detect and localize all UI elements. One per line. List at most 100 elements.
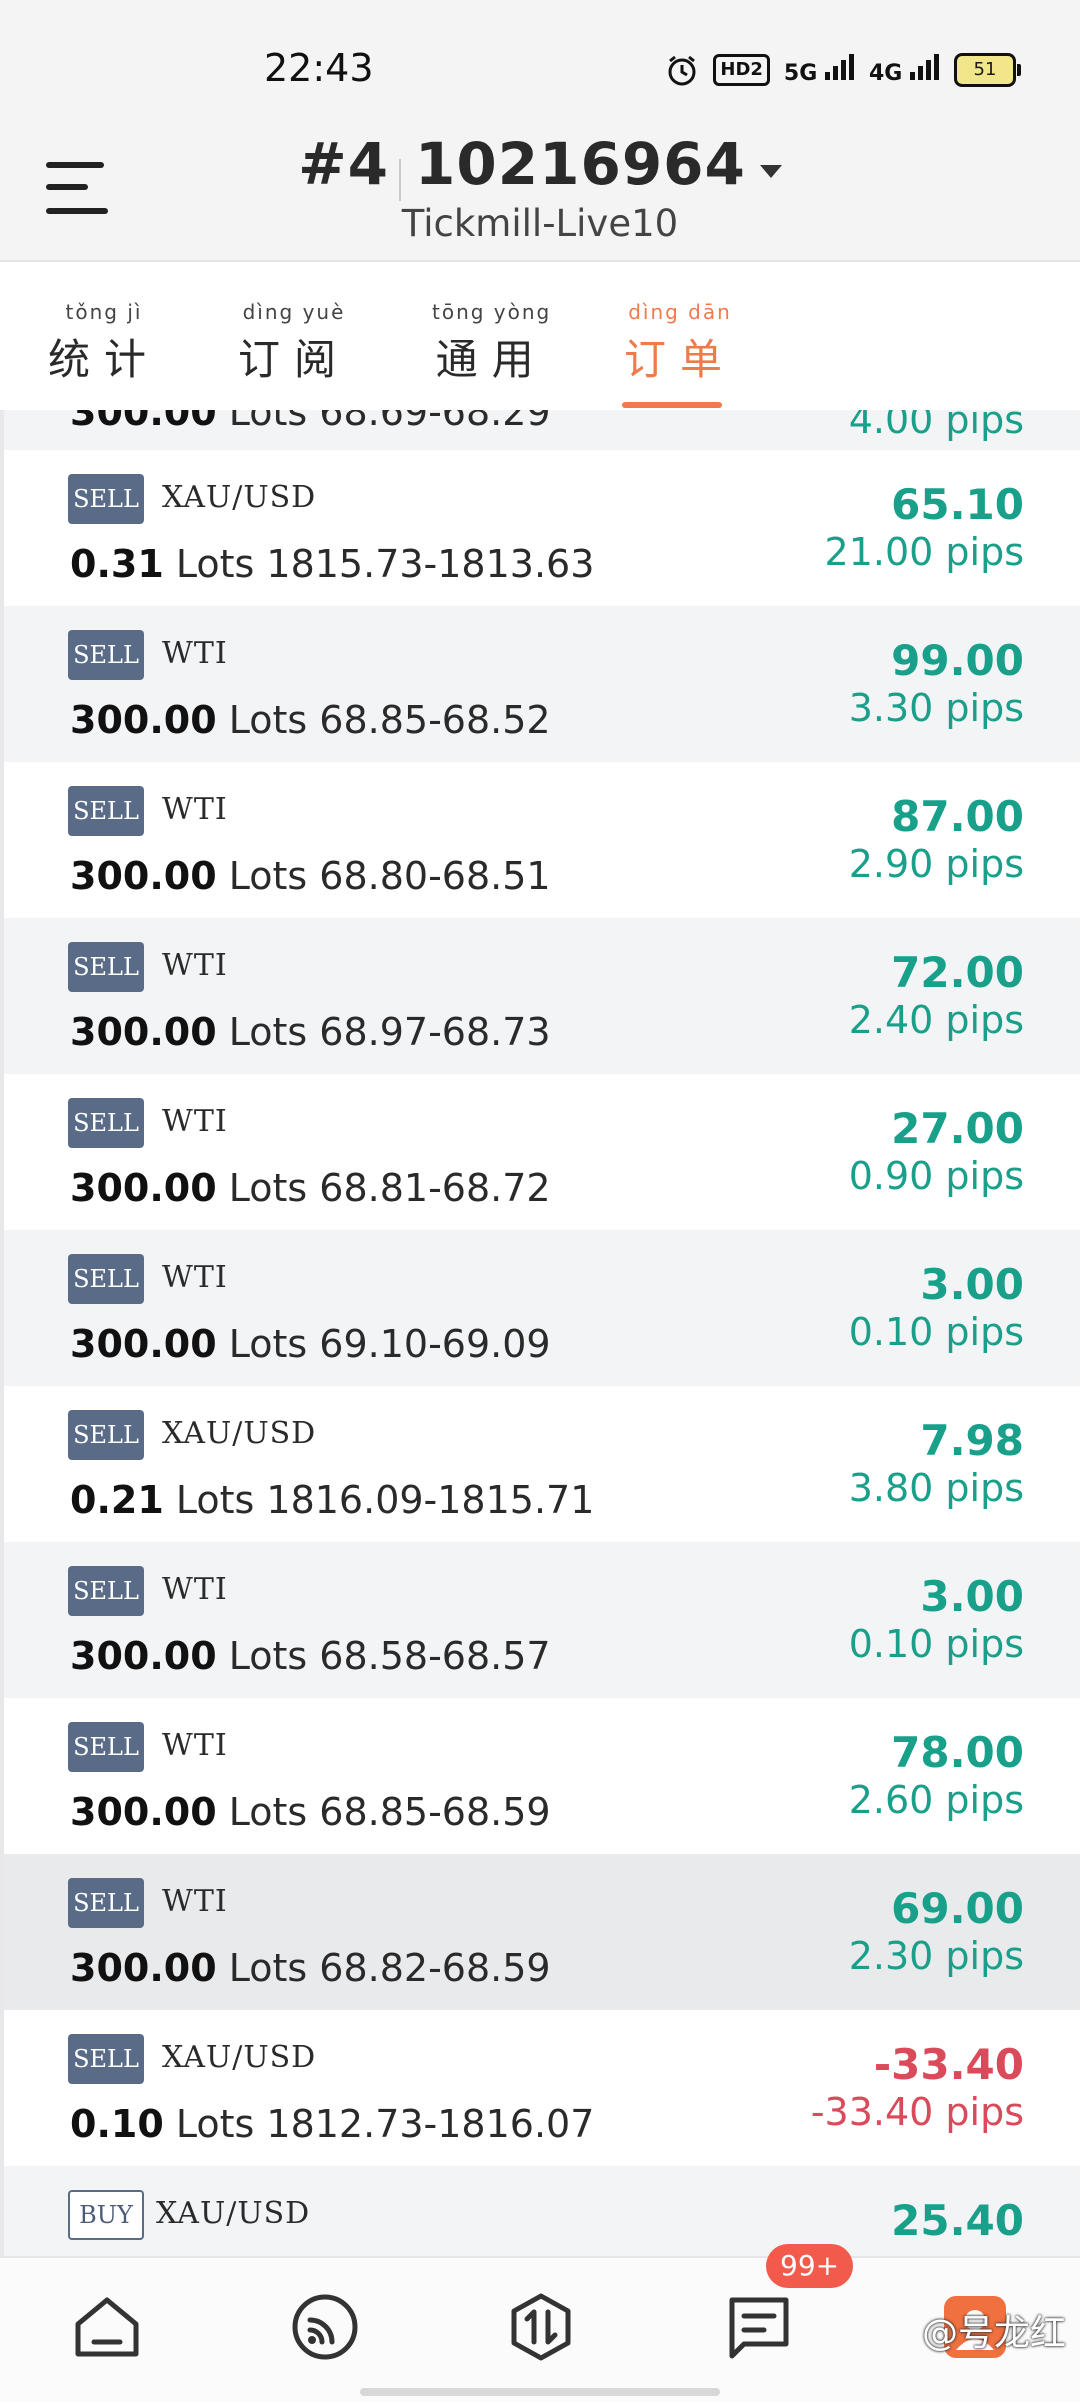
tab-pinyin: tǒng jì xyxy=(65,300,143,324)
account-selector[interactable]: #4 10216964 xyxy=(0,130,1080,201)
order-lots-label: Lots xyxy=(228,854,308,898)
tab-pinyin: dìng yuè xyxy=(242,300,346,324)
signal-5g-icon: 5G xyxy=(784,54,855,86)
order-symbol: XAU/USD xyxy=(162,1416,317,1451)
tab-bar: tǒng jì 统计 dìng yuè 订阅 tōng yòng 通用 dìng… xyxy=(0,262,1080,410)
orders-list[interactable]: 300.00 Lots 68.69-68.29 4.00 pips SELL XA… xyxy=(0,410,1080,2256)
list-item[interactable]: 300.00 Lots 68.69-68.29 4.00 pips xyxy=(4,410,1080,450)
order-symbol: XAU/USD xyxy=(162,2040,317,2075)
chevron-down-icon[interactable] xyxy=(759,165,782,178)
order-lots-label: Lots xyxy=(228,1790,308,1834)
order-pips: 3.30 pips xyxy=(848,686,1024,730)
order-side-badge: SELL xyxy=(68,474,144,524)
tab-active-indicator xyxy=(622,402,722,408)
tab-orders[interactable]: dìng dān 订单 xyxy=(624,300,736,387)
list-item[interactable]: SELL WTI 300.00 Lots 68.81-68.72 27.00 0.90 … xyxy=(4,1074,1080,1230)
account-divider xyxy=(399,158,402,201)
order-prices: 68.58-68.57 xyxy=(319,1634,551,1678)
account-index: #4 xyxy=(298,130,390,198)
order-volume: 300.00 xyxy=(70,698,217,742)
order-pips: 2.60 pips xyxy=(848,1778,1024,1822)
order-side-badge: SELL xyxy=(68,2034,144,2084)
list-item[interactable]: SELL WTI 300.00 Lots 68.97-68.73 72.00 2.40 … xyxy=(4,918,1080,1074)
order-profit: -33.40 xyxy=(873,2040,1024,2089)
order-prices: 68.69-68.29 xyxy=(319,410,551,434)
order-volume: 300.00 xyxy=(70,1790,217,1834)
order-symbol: WTI xyxy=(162,636,228,671)
order-symbol: WTI xyxy=(162,792,228,827)
order-symbol: XAU/USD xyxy=(162,480,317,515)
tab-general[interactable]: tōng yòng 通用 xyxy=(432,300,551,387)
tab-subscribe[interactable]: dìng yuè 订阅 xyxy=(238,300,350,387)
tab-label: 订单 xyxy=(624,335,737,384)
list-item[interactable]: BUY XAU/USD 25.40 xyxy=(4,2166,1080,2256)
order-volume: 300.00 xyxy=(70,1322,217,1366)
order-lots-label: Lots xyxy=(175,1478,255,1522)
order-volume: 300.00 xyxy=(70,854,217,898)
messages-icon[interactable] xyxy=(724,2292,794,2362)
order-volume: 0.31 xyxy=(70,542,164,586)
order-volume: 300.00 xyxy=(70,410,217,434)
account-number: 10216964 xyxy=(415,130,746,198)
order-symbol: XAU/USD xyxy=(156,2196,311,2231)
order-symbol: WTI xyxy=(162,1728,228,1763)
order-lots-line: 300.00 Lots 68.82-68.59 xyxy=(70,1946,551,1990)
order-pips: 0.90 pips xyxy=(848,1154,1024,1198)
order-lots-line: 0.31 Lots 1815.73-1813.63 xyxy=(70,542,594,586)
list-item[interactable]: SELL XAU/USD 0.21 Lots 1816.09-1815.71 7.98… xyxy=(4,1386,1080,1542)
alarm-icon xyxy=(668,55,696,86)
order-lots-line: 0.10 Lots 1812.73-1816.07 xyxy=(70,2102,594,2146)
list-item[interactable]: SELL WTI 300.00 Lots 68.82-68.59 69.00 2.30 … xyxy=(4,1854,1080,2010)
tab-label: 订阅 xyxy=(238,335,351,384)
order-prices: 68.97-68.73 xyxy=(319,1010,551,1054)
app-header: #4 10216964 Tickmill-Live10 xyxy=(0,130,1080,262)
order-lots-label: Lots xyxy=(228,1010,308,1054)
list-item[interactable]: SELL WTI 300.00 Lots 69.10-69.09 3.00 0.10 p… xyxy=(4,1230,1080,1386)
order-prices: 68.85-68.52 xyxy=(319,698,551,742)
order-profit: 78.00 xyxy=(891,1728,1024,1777)
list-item[interactable]: SELL WTI 300.00 Lots 68.85-68.59 78.00 2.60 … xyxy=(4,1698,1080,1854)
order-side-badge: BUY xyxy=(68,2190,144,2240)
order-symbol: WTI xyxy=(162,1260,228,1295)
order-profit: 3.00 xyxy=(920,1260,1024,1309)
order-profit: 3.00 xyxy=(920,1572,1024,1621)
order-profit: 25.40 xyxy=(891,2196,1024,2245)
watermark: @号龙红 xyxy=(921,2313,1066,2354)
order-lots-label: Lots xyxy=(228,1946,308,1990)
order-pips: 2.40 pips xyxy=(848,998,1024,1042)
list-item[interactable]: SELL XAU/USD 0.31 Lots 1815.73-1813.63 65.1… xyxy=(4,450,1080,606)
order-prices: 1812.73-1816.07 xyxy=(266,2102,595,2146)
order-lots-line: 300.00 Lots 69.10-69.09 xyxy=(70,1322,551,1366)
order-lots-line: 300.00 Lots 68.58-68.57 xyxy=(70,1634,551,1678)
order-side-badge: SELL xyxy=(68,1254,144,1304)
order-profit: 65.10 xyxy=(891,480,1024,529)
list-item[interactable]: SELL WTI 300.00 Lots 68.85-68.52 99.00 3.30 … xyxy=(4,606,1080,762)
order-side-badge: SELL xyxy=(68,1410,144,1460)
home-indicator[interactable] xyxy=(360,2388,720,2396)
battery-icon: 51 xyxy=(954,53,1021,87)
bottom-nav: 99+ @号龙红 xyxy=(0,2244,1080,2402)
list-item[interactable]: SELL WTI 300.00 Lots 68.58-68.57 3.00 0.10 p… xyxy=(4,1542,1080,1698)
order-pips: 4.00 pips xyxy=(848,410,1024,442)
trade-icon[interactable] xyxy=(506,2292,576,2362)
list-item[interactable]: SELL XAU/USD 0.10 Lots 1812.73-1816.07 -33.… xyxy=(4,2010,1080,2166)
tab-label: 通用 xyxy=(435,335,548,384)
order-symbol: WTI xyxy=(162,1104,228,1139)
order-side-badge: SELL xyxy=(68,1722,144,1772)
list-item[interactable]: SELL WTI 300.00 Lots 68.80-68.51 87.00 2.90 … xyxy=(4,762,1080,918)
order-symbol: WTI xyxy=(162,948,228,983)
order-profit: 27.00 xyxy=(891,1104,1024,1153)
order-side-badge: SELL xyxy=(68,786,144,836)
signal-bars-icon xyxy=(824,54,854,80)
tab-stats[interactable]: tǒng jì 统计 xyxy=(48,300,160,387)
home-icon[interactable] xyxy=(72,2292,142,2362)
status-icons: HD2 5G 4G 51 xyxy=(665,50,1021,90)
order-prices: 69.10-69.09 xyxy=(319,1322,551,1366)
order-pips: 2.90 pips xyxy=(848,842,1024,886)
order-lots-line: 0.21 Lots 1816.09-1815.71 xyxy=(70,1478,594,1522)
messages-badge: 99+ xyxy=(766,2244,854,2288)
order-lots-label: Lots xyxy=(228,1322,308,1366)
order-side-badge: SELL xyxy=(68,630,144,680)
signal-feed-icon[interactable] xyxy=(290,2292,360,2362)
order-prices: 68.81-68.72 xyxy=(319,1166,551,1210)
